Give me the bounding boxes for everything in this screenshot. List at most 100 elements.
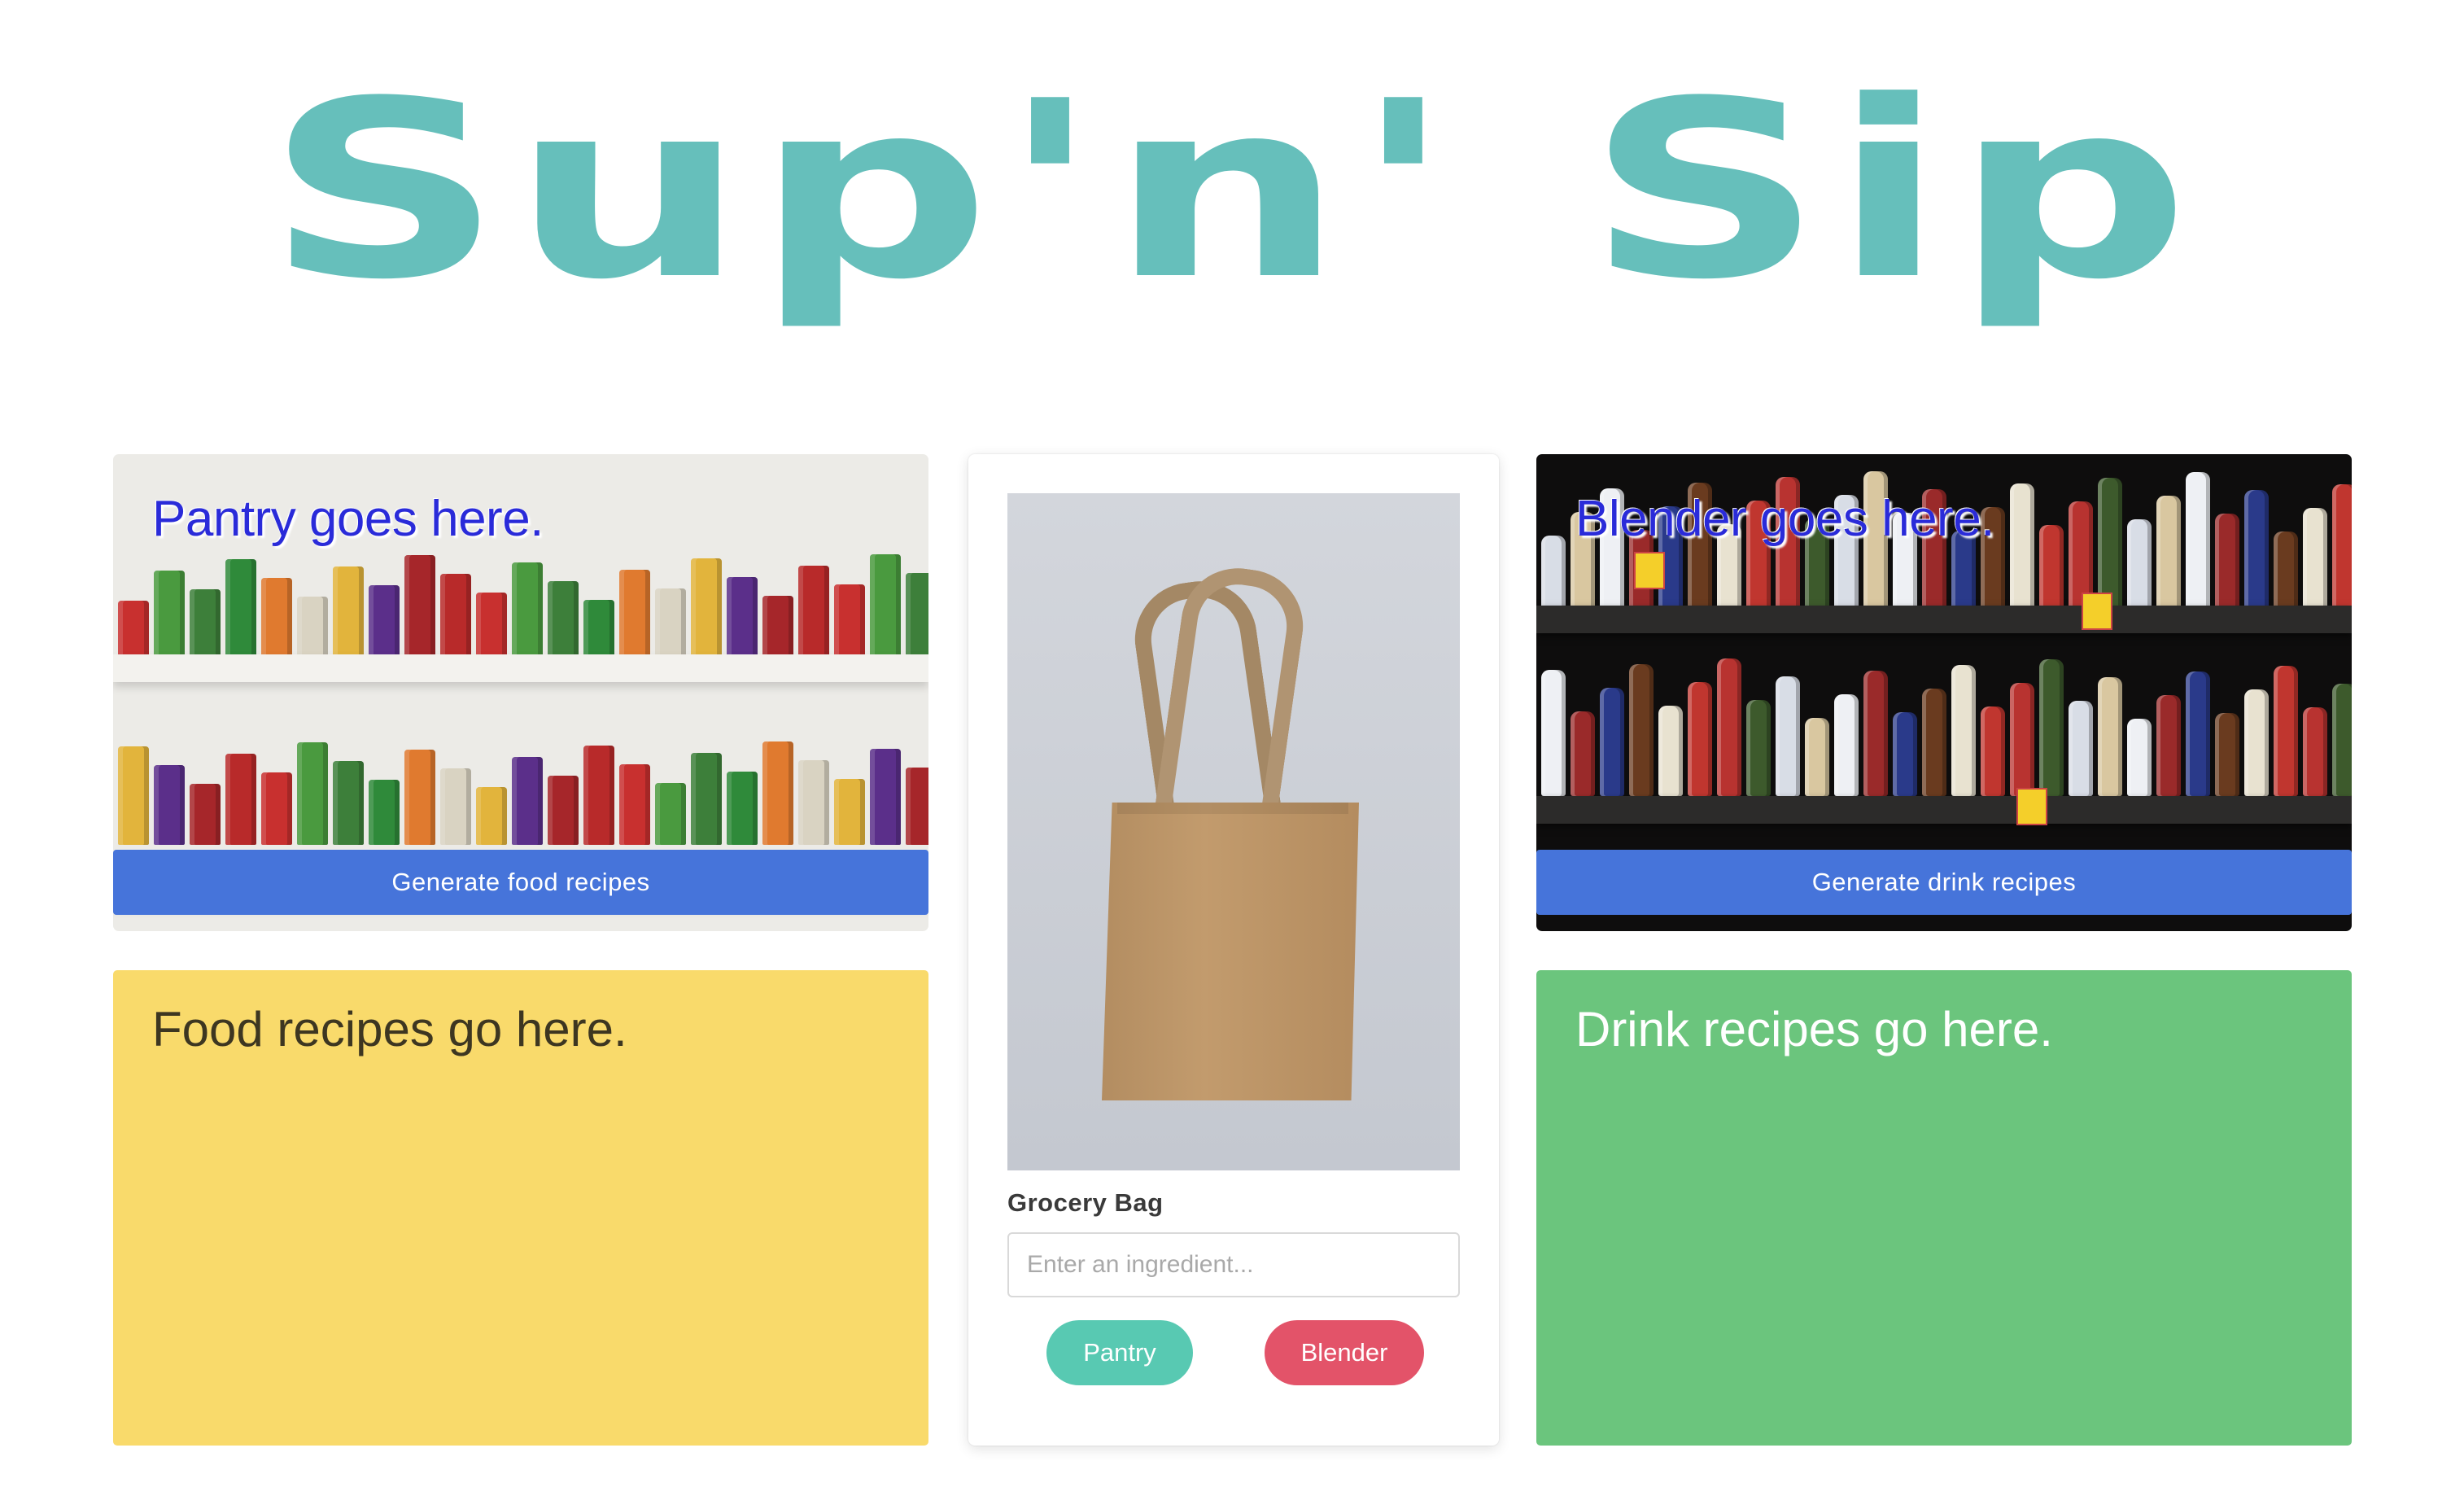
drink-recipes-heading: Drink recipes go here.: [1575, 1002, 2053, 1056]
pantry-can: [691, 558, 722, 658]
add-to-blender-button[interactable]: Blender: [1265, 1320, 1424, 1385]
bag-body: [1102, 803, 1359, 1100]
liquor-bottle: [1600, 688, 1624, 796]
pantry-can: [727, 772, 758, 845]
pantry-can: [225, 559, 256, 658]
pantry-can: [154, 765, 185, 845]
pantry-can: [655, 588, 686, 658]
liquor-bottle: [2010, 483, 2034, 609]
liquor-bottle: [1658, 706, 1683, 796]
liquor-bottle: [1893, 712, 1917, 796]
pantry-shelf-board: [113, 654, 928, 682]
price-tag: [2016, 788, 2047, 825]
pantry-can: [512, 757, 543, 845]
pantry-can: [834, 584, 865, 658]
grocery-bag-label: Grocery Bag: [1007, 1188, 1164, 1217]
blender-shelf-board-bottom: [1536, 796, 2352, 824]
pantry-can: [906, 768, 928, 845]
liquor-bottle: [1805, 718, 1829, 796]
liquor-bottle: [2303, 508, 2327, 609]
liquor-bottle: [2274, 666, 2298, 796]
pantry-can: [261, 578, 292, 658]
generate-food-recipes-button[interactable]: Generate food recipes: [113, 850, 928, 915]
liquor-bottle: [1922, 689, 1946, 796]
pantry-heading: Pantry goes here.: [152, 491, 544, 547]
pantry-can: [583, 746, 614, 845]
grocery-bag-image: [1007, 493, 1460, 1170]
pantry-can: [297, 742, 328, 845]
liquor-bottle: [2127, 719, 2152, 796]
blender-heading: Blender goes here.: [1575, 491, 1994, 547]
pantry-can: [476, 593, 507, 658]
pantry-can: [190, 784, 221, 845]
ingredient-input[interactable]: [1007, 1232, 1460, 1297]
pantry-can: [619, 570, 650, 658]
liquor-bottle: [2244, 689, 2269, 796]
food-recipes-heading: Food recipes go here.: [152, 1002, 627, 1056]
pantry-can: [118, 746, 149, 845]
liquor-bottle: [2127, 519, 2152, 609]
pantry-can: [619, 764, 650, 845]
liquor-bottle: [1863, 671, 1888, 796]
liquor-bottle: [2039, 525, 2064, 609]
pantry-can: [333, 566, 364, 658]
liquor-bottle: [2186, 472, 2210, 609]
liquor-bottle: [1541, 670, 1566, 796]
liquor-bottle: [2274, 531, 2298, 609]
pantry-can: [548, 581, 579, 658]
blender-card: Blender goes here. Generate drink recipe…: [1536, 454, 2352, 931]
price-tag: [2082, 593, 2112, 630]
liquor-bottle: [2332, 684, 2352, 796]
pantry-can: [512, 562, 543, 658]
pantry-can: [404, 555, 435, 658]
liquor-bottle: [2244, 490, 2269, 609]
liquor-bottle: [1776, 676, 1800, 796]
pantry-can: [118, 601, 149, 658]
liquor-bottle: [2010, 683, 2034, 796]
liquor-bottle: [2069, 701, 2093, 796]
liquor-bottle: [1951, 665, 1976, 796]
liquor-bottle: [2156, 496, 2181, 609]
liquor-bottle: [2039, 659, 2064, 796]
liquor-bottle: [2098, 478, 2122, 609]
pantry-can: [333, 761, 364, 845]
liquor-bottle: [1717, 658, 1741, 796]
pantry-can: [297, 597, 328, 658]
blender-shelf-board: [1536, 606, 2352, 633]
pantry-can: [691, 753, 722, 845]
pantry-can: [225, 754, 256, 845]
liquor-bottle: [2332, 484, 2352, 609]
pantry-can: [762, 741, 793, 845]
pantry-can: [154, 571, 185, 658]
pantry-can: [476, 787, 507, 845]
add-to-pantry-button[interactable]: Pantry: [1046, 1320, 1193, 1385]
liquor-bottle: [1981, 706, 2005, 796]
pantry-lower-cans: [113, 698, 928, 845]
grocery-bag-card: Grocery Bag Pantry Blender: [968, 454, 1499, 1446]
pantry-can: [655, 783, 686, 845]
pantry-can: [834, 779, 865, 845]
pantry-can: [798, 760, 829, 845]
pantry-card: Pantry goes here. Generate food recipes: [113, 454, 928, 931]
app-logo: Sup'n' Sip: [265, 49, 2199, 333]
liquor-bottle: [1571, 711, 1595, 796]
pantry-can: [798, 566, 829, 658]
liquor-bottle: [1834, 694, 1859, 796]
liquor-bottle: [2098, 677, 2122, 796]
pantry-can: [727, 577, 758, 658]
liquor-bottle: [2215, 713, 2239, 796]
blender-lower-bottles: [1536, 658, 2352, 796]
liquor-bottle: [2303, 707, 2327, 796]
liquor-bottle: [2215, 514, 2239, 609]
pantry-can: [906, 573, 928, 658]
pantry-can: [440, 768, 471, 845]
liquor-bottle: [1746, 700, 1771, 796]
drink-recipes-panel: Drink recipes go here.: [1536, 970, 2352, 1446]
pantry-can: [261, 772, 292, 845]
generate-drink-recipes-button[interactable]: Generate drink recipes: [1536, 850, 2352, 915]
liquor-bottle: [1541, 536, 1566, 609]
pantry-can: [548, 776, 579, 845]
liquor-bottle: [1688, 682, 1712, 796]
pantry-can: [190, 589, 221, 658]
pantry-can: [870, 554, 901, 658]
